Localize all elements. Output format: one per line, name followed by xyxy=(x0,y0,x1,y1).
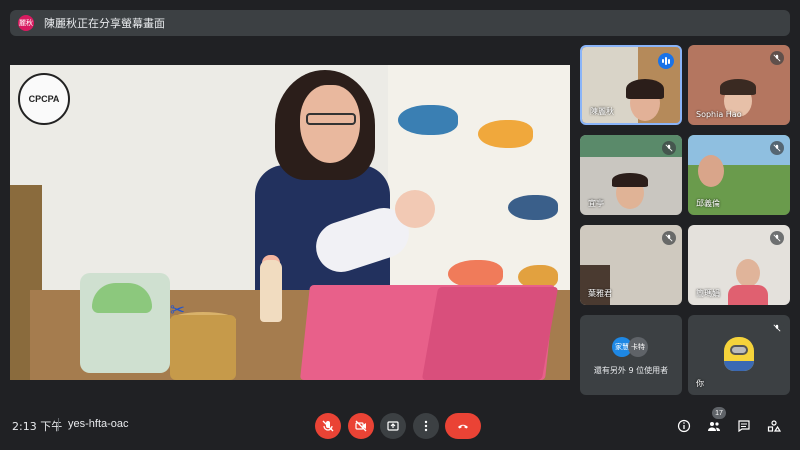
present-button[interactable] xyxy=(380,413,406,439)
fish-shape xyxy=(448,260,503,288)
baby-doll-head xyxy=(395,190,435,228)
mic-off-icon xyxy=(322,420,334,432)
mic-off-icon xyxy=(770,51,784,65)
participant-name: 邱義倫 xyxy=(696,199,720,208)
meeting-details-button[interactable] xyxy=(676,418,692,434)
activities-icon xyxy=(767,420,781,432)
chat-icon xyxy=(738,420,750,433)
speaking-indicator-icon xyxy=(658,53,674,69)
clock: 2:13 下午 xyxy=(12,420,63,433)
overalls xyxy=(724,361,754,371)
self-tile[interactable]: 你 xyxy=(688,315,790,395)
participant-hair xyxy=(626,79,664,99)
others-tile[interactable]: 家慧 卡特 還有另外 9 位使用者 xyxy=(580,315,682,395)
mic-off-icon xyxy=(770,141,784,155)
participant-hair xyxy=(612,173,648,187)
participant-tile[interactable]: 宜亭 xyxy=(580,135,682,215)
activities-button[interactable] xyxy=(766,418,782,434)
participant-face xyxy=(736,259,760,287)
chat-button[interactable] xyxy=(736,418,752,434)
participant-name: 宜亭 xyxy=(588,199,604,208)
mic-off-icon xyxy=(770,321,784,335)
others-avatars: 家慧 卡特 xyxy=(612,337,648,357)
presenter-avatar: 麗秋 xyxy=(18,15,34,31)
more-options-button[interactable] xyxy=(413,413,439,439)
kettle-lid xyxy=(92,283,152,313)
participant-count-badge: 17 xyxy=(712,407,726,419)
fish-shape xyxy=(508,195,558,220)
participant-name: Sophia Hao xyxy=(696,110,742,119)
cpcpa-logo: CPCPA xyxy=(18,73,70,125)
divider xyxy=(58,418,59,431)
mic-off-icon xyxy=(770,231,784,245)
formula-can xyxy=(170,315,236,380)
fish-shape xyxy=(478,120,533,148)
meeting-code: yes-hfta-oac xyxy=(68,418,129,430)
participant-shirt xyxy=(728,285,768,305)
leave-call-button[interactable] xyxy=(445,413,481,439)
mic-off-icon xyxy=(662,141,676,155)
participant-shadow xyxy=(580,265,610,305)
baby-bottle xyxy=(260,260,282,322)
participant-name: 簡瑪娟 xyxy=(696,289,720,298)
participant-face xyxy=(698,155,724,187)
hangup-icon xyxy=(458,424,468,429)
info-icon xyxy=(677,419,691,433)
minion-avatar xyxy=(724,337,754,371)
glasses xyxy=(306,113,356,125)
logo-text: CPCPA xyxy=(28,94,60,104)
participant-name: 葉雅君 xyxy=(588,289,612,298)
participant-tile[interactable]: Sophia Hao xyxy=(688,45,790,125)
presenting-text: 陳麗秋正在分享螢幕畫面 xyxy=(44,17,165,30)
others-count-text: 還有另外 9 位使用者 xyxy=(593,366,669,375)
participant-hair xyxy=(720,79,756,95)
participant-tile[interactable]: 簡瑪娟 xyxy=(688,225,790,305)
goggle xyxy=(730,345,748,355)
present-screen-icon xyxy=(387,421,399,431)
participant-tile[interactable]: 邱義倫 xyxy=(688,135,790,215)
camera-off-icon xyxy=(355,420,367,432)
fish-shape xyxy=(398,105,458,135)
participant-name: 陳麗秋 xyxy=(590,107,614,116)
avatar: 卡特 xyxy=(628,337,648,357)
participant-name: 你 xyxy=(696,379,704,388)
camera-toggle-button[interactable] xyxy=(348,413,374,439)
shared-screen: ✂ CPCPA xyxy=(10,65,570,380)
meet-window: 麗秋 陳麗秋正在分享螢幕畫面 ✂ CPCPA 陳麗秋 Sophia Hao 宜亭… xyxy=(0,0,800,450)
bottom-bar: 2:13 下午 yes-hfta-oac xyxy=(0,405,800,445)
presenting-banner: 麗秋 陳麗秋正在分享螢幕畫面 xyxy=(10,10,790,36)
mic-toggle-button[interactable] xyxy=(315,413,341,439)
participants-button[interactable] xyxy=(706,418,722,434)
people-icon xyxy=(708,422,720,431)
mic-off-icon xyxy=(662,231,676,245)
participant-tile[interactable]: 葉雅君 xyxy=(580,225,682,305)
more-vert-icon xyxy=(424,420,428,432)
participant-tile[interactable]: 陳麗秋 xyxy=(580,45,682,125)
pink-towel-fold xyxy=(421,287,559,380)
